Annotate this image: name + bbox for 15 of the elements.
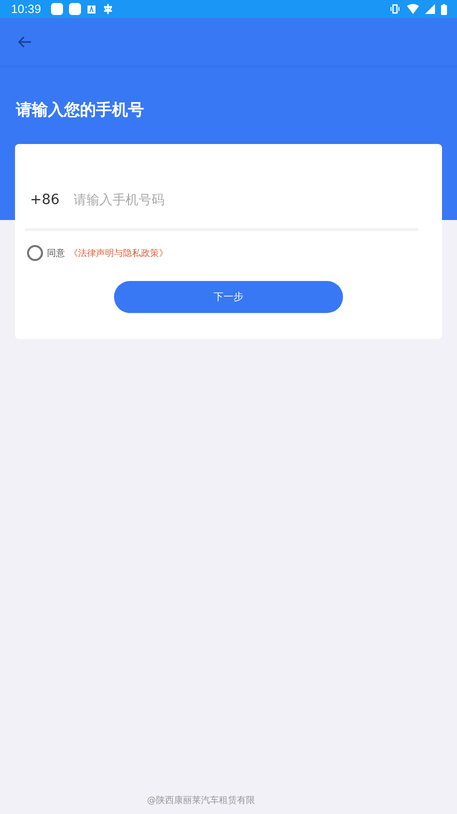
status-time: 10:39 [11, 2, 42, 16]
signal-icon [425, 4, 435, 14]
next-button[interactable]: 下一步 [114, 281, 343, 313]
country-code[interactable]: +86 [30, 192, 60, 208]
battery-icon [441, 4, 447, 14]
page-title: 请输入您的手机号 [16, 100, 145, 121]
notification-icon [51, 3, 64, 15]
back-icon[interactable] [18, 36, 32, 48]
policy-link[interactable]: 《法律声明与隐私政策》 [69, 246, 168, 260]
copyright-text: @陕西康丽莱汽车租赁有限 [147, 794, 255, 807]
notification-icon [69, 3, 82, 15]
agree-radio[interactable] [27, 245, 43, 261]
wifi-icon [407, 4, 419, 14]
agree-label: 同意 [47, 248, 65, 260]
notification-icon [87, 4, 96, 14]
